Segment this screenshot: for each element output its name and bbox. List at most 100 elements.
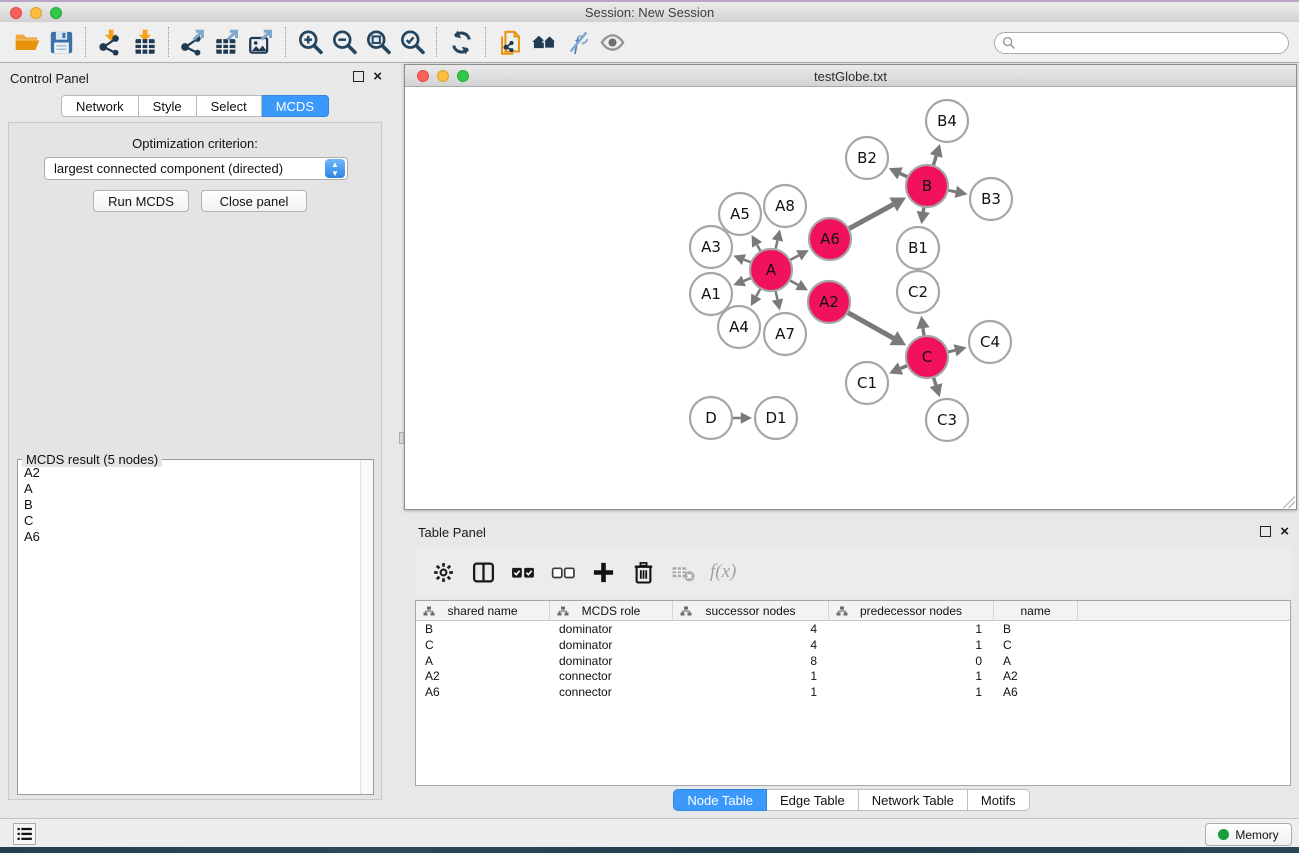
edge-B-B2[interactable]: [900, 173, 908, 177]
edge-A-A7[interactable]: [775, 291, 777, 300]
table-cell[interactable]: A6: [994, 685, 1078, 701]
result-scrollbar[interactable]: [360, 460, 373, 794]
refresh-icon[interactable]: [444, 27, 478, 57]
edge-C-C2[interactable]: [923, 328, 924, 336]
table-row[interactable]: A6connector11A6: [416, 685, 1290, 701]
edge-B-B3[interactable]: [948, 190, 956, 192]
table-cell[interactable]: dominator: [550, 654, 673, 670]
column-chooser-icon[interactable]: [470, 557, 496, 587]
result-item[interactable]: C: [19, 513, 359, 529]
table-cell[interactable]: connector: [550, 685, 673, 701]
network-window-titlebar[interactable]: testGlobe.txt: [405, 65, 1296, 87]
table-row[interactable]: Bdominator41B: [416, 622, 1290, 638]
search-input[interactable]: [994, 32, 1289, 54]
close-panel-icon[interactable]: ×: [373, 71, 382, 82]
column-header-predecessor-nodes[interactable]: predecessor nodes: [829, 601, 994, 621]
import-network-icon[interactable]: [93, 27, 127, 57]
edge-A2-C[interactable]: [847, 312, 893, 338]
result-item[interactable]: A2: [19, 465, 359, 481]
result-item[interactable]: B: [19, 497, 359, 513]
zoom-selected-icon[interactable]: [395, 27, 429, 57]
hide-graphics-icon[interactable]: f: [561, 27, 595, 57]
table-settings-icon[interactable]: [430, 557, 456, 587]
table-row[interactable]: Adominator80A: [416, 654, 1290, 670]
table-cell[interactable]: 1: [673, 685, 829, 701]
table-cell[interactable]: 0: [829, 654, 994, 670]
edge-C-C4[interactable]: [947, 350, 955, 352]
memory-button[interactable]: Memory: [1205, 823, 1292, 846]
tab-select[interactable]: Select: [197, 95, 262, 117]
show-eye-icon[interactable]: [595, 27, 629, 57]
edge-C-C1[interactable]: [901, 365, 908, 368]
edge-A-A3[interactable]: [744, 260, 751, 263]
table-cell[interactable]: 1: [829, 638, 994, 654]
home-network-icon[interactable]: [527, 27, 561, 57]
table-cell[interactable]: C: [416, 638, 550, 654]
deselect-all-icon[interactable]: [550, 557, 576, 587]
export-image-icon[interactable]: [244, 27, 278, 57]
table-cell[interactable]: dominator: [550, 622, 673, 638]
float-table-panel-icon[interactable]: [1260, 526, 1271, 537]
close-table-panel-icon[interactable]: ×: [1280, 526, 1289, 537]
import-table-icon[interactable]: [127, 27, 161, 57]
tab-mcds[interactable]: MCDS: [262, 95, 329, 117]
table-cell[interactable]: A: [416, 654, 550, 670]
open-file-icon[interactable]: [10, 27, 44, 57]
select-all-icon[interactable]: [510, 557, 536, 587]
table-cell[interactable]: A2: [416, 669, 550, 685]
column-header-successor-nodes[interactable]: successor nodes: [673, 601, 829, 621]
close-panel-button[interactable]: Close panel: [201, 190, 307, 212]
table-cell[interactable]: A2: [994, 669, 1078, 685]
table-cell[interactable]: 8: [673, 654, 829, 670]
result-item[interactable]: A: [19, 481, 359, 497]
table-row[interactable]: A2connector11A2: [416, 669, 1290, 685]
function-builder-icon[interactable]: f(x): [710, 557, 736, 587]
zoom-fit-icon[interactable]: [361, 27, 395, 57]
edge-A-A1[interactable]: [744, 278, 752, 281]
table-cell[interactable]: A6: [416, 685, 550, 701]
window-resize-handle[interactable]: [1283, 496, 1295, 508]
tab-node-table[interactable]: Node Table: [673, 789, 767, 811]
table-cell[interactable]: 4: [673, 622, 829, 638]
table-cell[interactable]: dominator: [550, 638, 673, 654]
float-panel-icon[interactable]: [353, 71, 364, 82]
edge-A-A4[interactable]: [756, 288, 760, 296]
delete-table-icon[interactable]: [670, 557, 696, 587]
table-cell[interactable]: B: [416, 622, 550, 638]
table-cell[interactable]: C: [994, 638, 1078, 654]
task-history-button[interactable]: [13, 823, 36, 845]
edge-A6-B[interactable]: [848, 204, 893, 228]
tab-style[interactable]: Style: [139, 95, 197, 117]
delete-column-icon[interactable]: [630, 557, 656, 587]
edge-A-A5[interactable]: [757, 245, 761, 252]
table-cell[interactable]: A: [994, 654, 1078, 670]
column-header-MCDS-role[interactable]: MCDS role: [550, 601, 673, 621]
column-header-name[interactable]: name: [994, 601, 1078, 621]
run-mcds-button[interactable]: Run MCDS: [93, 190, 189, 212]
table-cell[interactable]: 4: [673, 638, 829, 654]
table-cell[interactable]: 1: [829, 685, 994, 701]
tab-network-table[interactable]: Network Table: [859, 789, 968, 811]
split-pane-divider[interactable]: [399, 432, 404, 444]
tab-motifs[interactable]: Motifs: [968, 789, 1030, 811]
edge-B-B4[interactable]: [933, 156, 936, 166]
table-cell[interactable]: B: [994, 622, 1078, 638]
export-network-icon[interactable]: [176, 27, 210, 57]
add-column-icon[interactable]: [590, 557, 616, 587]
export-table-icon[interactable]: [210, 27, 244, 57]
tab-edge-table[interactable]: Edge Table: [767, 789, 859, 811]
save-session-icon[interactable]: [44, 27, 78, 57]
clone-network-icon[interactable]: [493, 27, 527, 57]
table-cell[interactable]: connector: [550, 669, 673, 685]
tab-network[interactable]: Network: [61, 95, 139, 117]
column-header-shared-name[interactable]: shared name: [416, 601, 550, 621]
result-item[interactable]: A6: [19, 529, 359, 545]
criterion-select[interactable]: largest connected component (directed) ▲…: [44, 157, 348, 180]
edge-C-C3[interactable]: [933, 377, 936, 385]
app-titlebar[interactable]: Session: New Session: [0, 0, 1299, 22]
network-graph-canvas[interactable]: B4B2BB3A8A5A6A3B1AC2A1A2A4A7C4CC1DD1C3: [405, 87, 1296, 509]
zoom-in-icon[interactable]: [293, 27, 327, 57]
zoom-out-icon[interactable]: [327, 27, 361, 57]
table-cell[interactable]: 1: [673, 669, 829, 685]
edge-A-A8[interactable]: [775, 240, 777, 249]
